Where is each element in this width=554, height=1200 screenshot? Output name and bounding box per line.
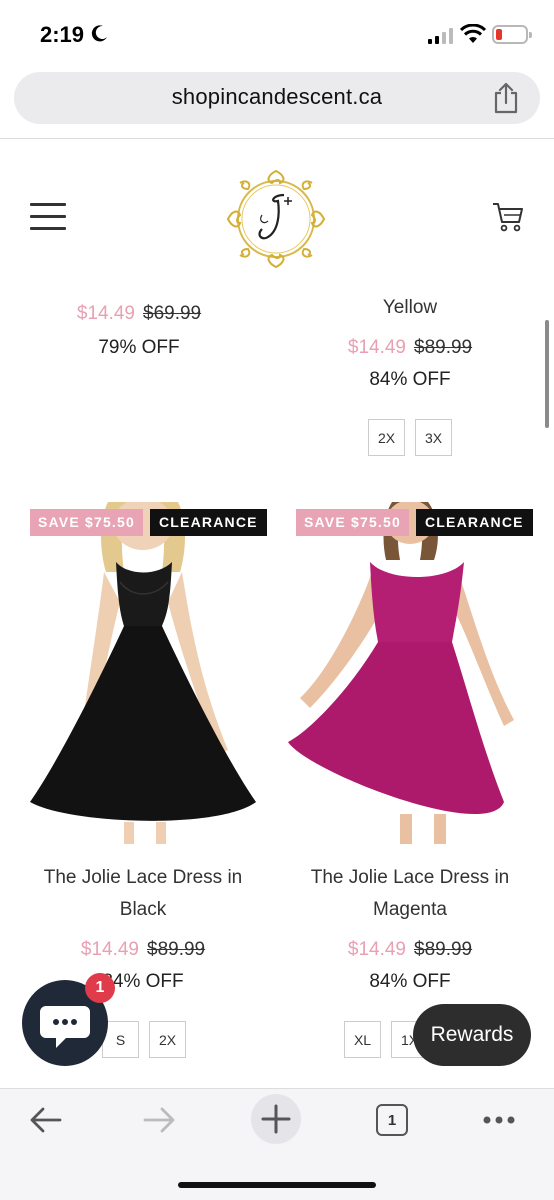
header-divider — [0, 138, 554, 139]
size-option[interactable]: 2X — [368, 419, 405, 456]
home-indicator[interactable] — [178, 1182, 376, 1188]
product-name[interactable]: Yellow — [278, 292, 542, 324]
product-name-line2[interactable]: Magenta — [278, 894, 542, 926]
hamburger-menu-icon[interactable] — [30, 203, 66, 231]
product-image-black-dress[interactable] — [28, 502, 258, 844]
save-badge: SAVE $75.50 — [30, 509, 143, 536]
tabs-icon[interactable]: 1 — [376, 1104, 408, 1136]
product-price-row: $14.49 $89.99 — [0, 934, 286, 966]
original-price: $89.99 — [414, 939, 473, 960]
original-price: $89.99 — [414, 337, 473, 358]
battery-icon — [492, 25, 532, 44]
product-image-magenta-dress[interactable] — [288, 502, 518, 844]
sale-price: $14.49 — [347, 337, 406, 358]
cart-icon[interactable] — [492, 202, 524, 232]
chat-notification-badge: 1 — [85, 973, 115, 1003]
logo[interactable] — [222, 165, 330, 273]
size-option[interactable]: 3X — [415, 419, 452, 456]
address-bar[interactable]: shopincandescent.ca — [14, 72, 540, 124]
original-price: $69.99 — [143, 303, 202, 324]
more-icon[interactable] — [482, 1115, 516, 1125]
share-icon[interactable] — [492, 82, 520, 114]
product-name[interactable]: The Jolie Lace Dress in — [278, 862, 542, 894]
original-price: $89.99 — [147, 939, 206, 960]
wifi-icon — [460, 24, 486, 43]
scroll-indicator[interactable] — [545, 320, 549, 428]
new-tab-icon — [261, 1104, 291, 1134]
size-option[interactable]: XL — [344, 1021, 381, 1058]
product-price-row: $14.49 $89.99 — [278, 934, 542, 966]
back-arrow-icon[interactable] — [28, 1105, 62, 1135]
status-time: 2:19 — [40, 22, 85, 47]
clearance-badge: CLEARANCE — [150, 509, 267, 536]
clearance-badge: CLEARANCE — [416, 509, 533, 536]
url-text[interactable]: shopincandescent.ca — [14, 84, 540, 110]
size-option[interactable]: 2X — [149, 1021, 186, 1058]
discount-text: 84% OFF — [369, 971, 451, 992]
status-bar: 2:19 — [0, 0, 554, 68]
sale-price: $14.49 — [347, 939, 406, 960]
sale-price: $14.49 — [80, 939, 139, 960]
new-tab-button[interactable] — [251, 1094, 301, 1144]
forward-arrow-icon[interactable] — [143, 1105, 177, 1135]
product-price-row: $14.49 $69.99 — [0, 298, 278, 330]
sale-price: $14.49 — [76, 303, 135, 324]
moon-icon — [91, 25, 107, 42]
save-badge: SAVE $75.50 — [296, 509, 409, 536]
rewards-button[interactable]: Rewards — [413, 1004, 531, 1066]
discount-text: 84% OFF — [369, 369, 451, 390]
product-price-row: $14.49 $89.99 — [278, 332, 542, 364]
discount-text: 79% OFF — [98, 337, 180, 358]
signal-icon — [428, 28, 453, 44]
product-name-line2[interactable]: Black — [0, 894, 286, 926]
product-name[interactable]: The Jolie Lace Dress in — [0, 862, 286, 894]
